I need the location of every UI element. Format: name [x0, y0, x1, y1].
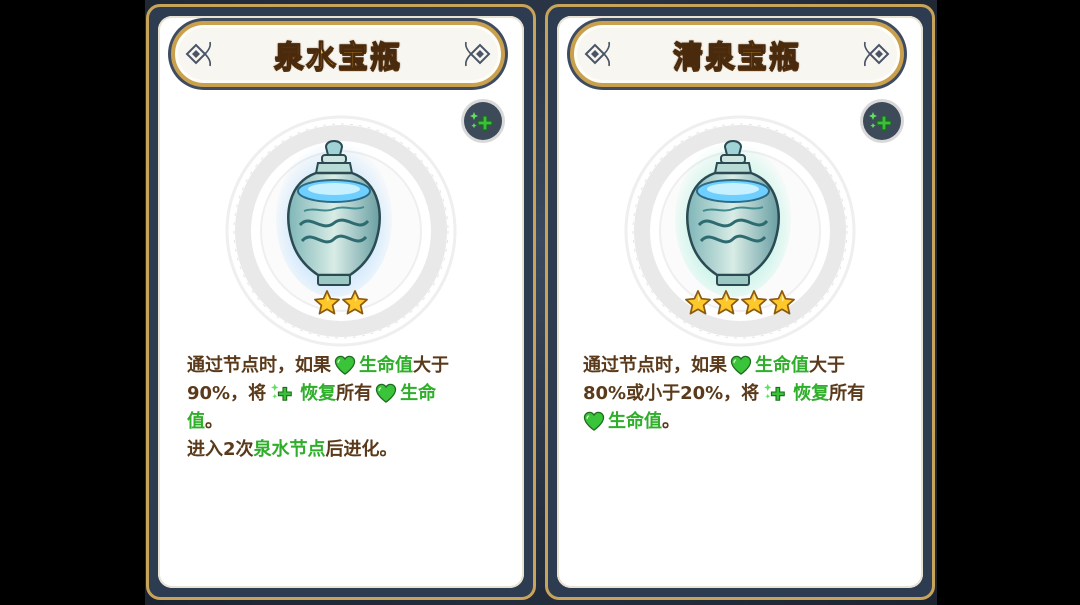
gold-star-icon — [313, 289, 341, 317]
green-heart-icon — [730, 355, 752, 375]
description-text: 所有 — [336, 383, 373, 404]
green-sparkle-plus-icon — [867, 109, 897, 133]
relic-title: 清泉宝瓶 — [672, 39, 801, 75]
green-sparkle-plus-icon — [269, 381, 297, 403]
green-sparkle-plus-icon — [762, 381, 790, 403]
keyword-hp: 生命值 — [755, 355, 809, 376]
keyword-spring-node: 泉水节点 — [253, 439, 326, 460]
relic-description: 通过节点时，如果 生命值大于 90%，将 恢复所有 生命 值。 进入2次泉水节点后进化… — [187, 352, 505, 464]
banner-ornament-right-icon — [463, 38, 493, 70]
description-line: 90%，将 恢复所有 生命 — [187, 380, 505, 408]
keyword-heal: 恢复 — [300, 383, 337, 404]
description-line: 通过节点时，如果 生命值大于 — [583, 352, 904, 380]
gold-star-icon — [341, 289, 369, 317]
relic-title: 泉水宝瓶 — [273, 39, 402, 75]
banner-ornament-left-icon — [183, 38, 213, 70]
keyword-hp: 生命值 — [608, 411, 662, 432]
description-line: 进入2次泉水节点后进化。 — [187, 436, 505, 464]
description-line: 生命值。 — [583, 408, 904, 436]
water-vase-icon — [673, 129, 793, 299]
rarity-stars — [548, 289, 932, 317]
description-text: 大于 — [413, 355, 449, 376]
relic-card-clear-spring-vase[interactable]: 清泉宝瓶 通过节点时，如果 生命值大于 80%或小于20%，将 恢复所有 生命值… — [545, 4, 935, 600]
gold-star-icon — [684, 289, 712, 317]
keyword-hp: 值 — [187, 411, 205, 432]
description-text: 通过节点时，如果 — [583, 355, 727, 376]
title-banner: 清泉宝瓶 — [570, 21, 904, 87]
relic-description: 通过节点时，如果 生命值大于 80%或小于20%，将 恢复所有 生命值。 — [583, 352, 904, 436]
description-text: 后进化。 — [325, 439, 398, 460]
green-sparkle-plus-icon — [468, 109, 498, 133]
keyword-heal: 恢复 — [793, 383, 830, 404]
description-text: 。 — [662, 411, 680, 432]
gold-star-icon — [712, 289, 740, 317]
description-text: 所有 — [829, 383, 866, 404]
banner-ornament-right-icon — [862, 38, 892, 70]
green-heart-icon — [375, 383, 397, 403]
title-banner: 泉水宝瓶 — [171, 21, 505, 87]
description-text: 进入2次 — [187, 439, 254, 460]
description-text: 通过节点时，如果 — [187, 355, 331, 376]
keyword-hp: 生命值 — [359, 355, 413, 376]
description-line: 80%或小于20%，将 恢复所有 — [583, 380, 904, 408]
rarity-stars — [149, 289, 533, 317]
relic-card-spring-vase[interactable]: 泉水宝瓶 通过节点时，如果 生命值大于 90%，将 恢复所有 生命 值。 进入2… — [146, 4, 536, 600]
green-heart-icon — [583, 411, 605, 431]
banner-ornament-left-icon — [582, 38, 612, 70]
description-line: 通过节点时，如果 生命值大于 — [187, 352, 505, 380]
relic-preview-scene: 泉水宝瓶 通过节点时，如果 生命值大于 90%，将 恢复所有 生命 值。 进入2… — [145, 0, 937, 605]
water-vase-icon — [274, 129, 394, 299]
description-text: 90%，将 — [187, 383, 267, 404]
keyword-hp: 生命 — [400, 383, 437, 404]
description-text: 。 — [205, 411, 223, 432]
upgrade-badge[interactable] — [464, 102, 502, 140]
gold-star-icon — [768, 289, 796, 317]
description-text: 80%或小于20%，将 — [583, 383, 760, 404]
green-heart-icon — [334, 355, 356, 375]
gold-star-icon — [740, 289, 768, 317]
description-line: 值。 — [187, 408, 505, 436]
description-text: 大于 — [809, 355, 845, 376]
upgrade-badge[interactable] — [863, 102, 901, 140]
